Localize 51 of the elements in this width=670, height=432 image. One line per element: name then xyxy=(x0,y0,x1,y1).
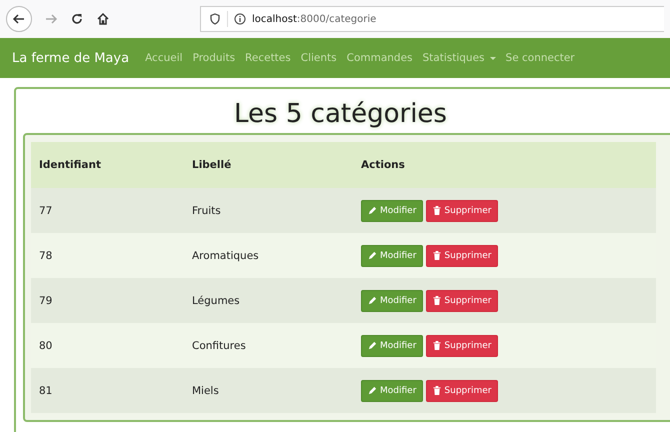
nav-link[interactable]: Recettes xyxy=(245,52,291,64)
pencil-icon xyxy=(368,341,377,350)
table-cell: Légumes xyxy=(192,294,240,306)
pencil-icon xyxy=(368,251,377,260)
edit-button[interactable]: Modifier xyxy=(361,380,424,402)
back-button[interactable] xyxy=(6,6,32,32)
column-header: Actions xyxy=(353,142,656,188)
table-cell: Fruits xyxy=(192,204,221,216)
page-title: Les 5 catégories xyxy=(233,98,448,131)
url-text: localhost:8000/categorie xyxy=(252,14,376,24)
edit-button[interactable]: Modifier xyxy=(361,334,424,356)
column-header: Identifiant xyxy=(31,142,184,188)
trash-icon xyxy=(433,296,442,305)
info-icon xyxy=(234,13,246,25)
table-cell: 78 xyxy=(39,250,52,262)
table-cell: Miels xyxy=(192,384,219,396)
column-header: Libellé xyxy=(184,142,353,188)
reload-icon[interactable] xyxy=(70,12,84,26)
table-cell: 80 xyxy=(39,340,52,352)
back-arrow-icon xyxy=(12,12,26,26)
edit-button[interactable]: Modifier xyxy=(361,244,424,266)
table-cell: Confitures xyxy=(192,340,246,352)
trash-icon xyxy=(433,386,442,395)
caret-icon xyxy=(490,56,496,60)
edit-button[interactable]: Modifier xyxy=(361,200,424,222)
nav-link[interactable]: Commandes xyxy=(346,52,413,64)
edit-button[interactable]: Modifier xyxy=(361,290,424,312)
delete-button[interactable]: Supprimer xyxy=(426,244,498,266)
nav-link[interactable]: Statistiques xyxy=(422,52,496,64)
nav-link[interactable]: Se connecter xyxy=(506,52,575,64)
table-cell: 77 xyxy=(39,204,52,216)
home-icon[interactable] xyxy=(96,12,110,26)
pencil-icon xyxy=(368,206,377,215)
pencil-icon xyxy=(368,386,377,395)
delete-button[interactable]: Supprimer xyxy=(426,380,498,402)
shield-icon xyxy=(209,13,221,25)
table-cell: 81 xyxy=(39,384,52,396)
delete-button[interactable]: Supprimer xyxy=(426,290,498,312)
trash-icon xyxy=(433,206,442,215)
table-cell: 79 xyxy=(39,294,52,306)
table-cell: Aromatiques xyxy=(192,250,259,262)
delete-button[interactable]: Supprimer xyxy=(426,200,498,222)
nav-link[interactable]: Accueil xyxy=(145,52,183,64)
nav-link[interactable]: Clients xyxy=(300,52,337,64)
trash-icon xyxy=(433,251,442,260)
address-bar[interactable]: localhost:8000/categorie xyxy=(200,6,664,32)
nav-link[interactable]: Produits xyxy=(192,52,236,64)
pencil-icon xyxy=(368,296,377,305)
trash-icon xyxy=(433,341,442,350)
brand-link[interactable]: La ferme de Maya xyxy=(12,50,130,66)
delete-button[interactable]: Supprimer xyxy=(426,334,498,356)
